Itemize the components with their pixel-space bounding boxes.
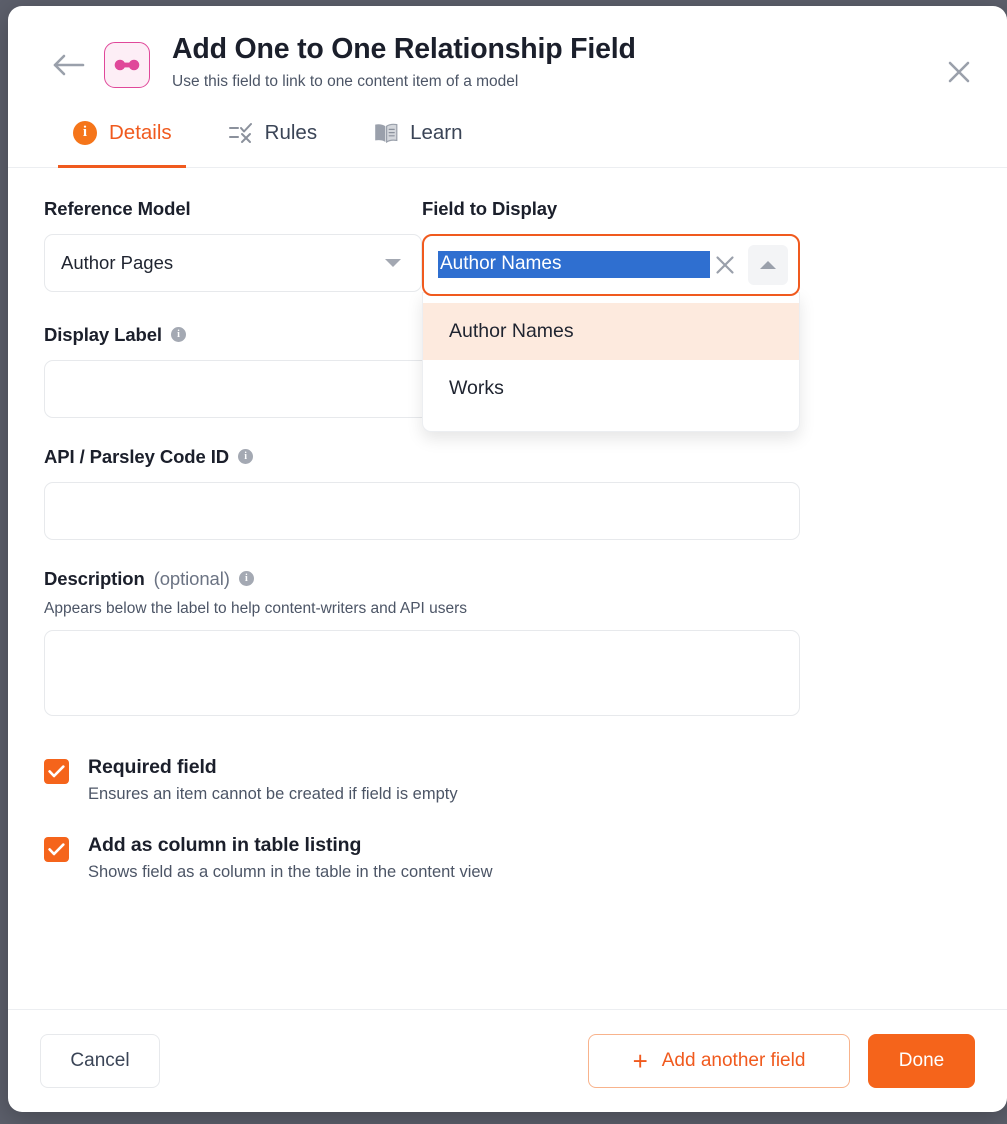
tab-rules[interactable]: Rules — [214, 112, 331, 167]
clear-x-icon[interactable] — [710, 250, 740, 280]
reference-model-label: Reference Model — [44, 198, 422, 220]
api-code-id-group: API / Parsley Code ID i — [44, 446, 971, 540]
add-another-field-button[interactable]: + Add another field — [588, 1034, 850, 1088]
checkbox-group: Required field Ensures an item cannot be… — [44, 756, 971, 882]
field-to-display-input[interactable]: Author Names — [438, 251, 710, 278]
field-to-display-group: Field to Display Author Names Author Nam… — [422, 198, 800, 432]
chevron-down-icon — [385, 258, 401, 267]
form-body: Reference Model Author Pages Field to Di… — [8, 168, 1007, 882]
modal-footer: Cancel + Add another field Done — [8, 1009, 1007, 1112]
add-column-text: Add as column in table listing Shows fie… — [88, 834, 492, 882]
close-icon[interactable] — [943, 56, 975, 88]
page-title: Add One to One Relationship Field — [172, 33, 636, 65]
description-group: Description (optional) i Appears below t… — [44, 568, 971, 716]
required-field-helper: Ensures an item cannot be created if fie… — [88, 784, 458, 803]
reference-model-select[interactable]: Author Pages — [44, 233, 422, 292]
tab-bar: i Details Rules Learn — [8, 112, 1007, 168]
back-arrow-icon[interactable] — [52, 48, 86, 82]
reference-model-group: Reference Model Author Pages — [44, 198, 422, 296]
add-another-field-label: Add another field — [661, 1050, 806, 1071]
description-label-text: Description — [44, 567, 145, 589]
reference-model-value: Author Pages — [61, 251, 174, 273]
api-code-id-label: API / Parsley Code ID i — [44, 446, 971, 468]
page-subtitle: Use this field to link to one content it… — [172, 72, 519, 90]
description-textarea[interactable] — [44, 629, 800, 716]
field-to-display-label: Field to Display — [422, 198, 800, 220]
add-column-checkbox[interactable] — [44, 836, 69, 862]
chevron-up-icon[interactable] — [748, 244, 788, 285]
plus-icon: + — [632, 1045, 648, 1076]
description-optional-suffix: (optional) — [153, 567, 230, 589]
tab-details-label: Details — [109, 120, 172, 144]
one-to-one-relationship-icon — [104, 42, 150, 88]
form-row-top: Reference Model Author Pages Field to Di… — [44, 198, 971, 432]
field-to-display-label-text: Field to Display — [422, 197, 558, 219]
cancel-button[interactable]: Cancel — [40, 1034, 160, 1088]
description-helper: Appears below the label to help content-… — [44, 599, 468, 617]
description-label: Description (optional) i — [44, 568, 971, 590]
info-icon[interactable]: i — [238, 571, 254, 586]
field-to-display-input-shell[interactable]: Author Names — [422, 233, 800, 296]
info-icon[interactable]: i — [238, 449, 254, 464]
required-field-row: Required field Ensures an item cannot be… — [44, 756, 971, 804]
modal-title-block: Add One to One Relationship Field Use th… — [172, 33, 636, 92]
add-column-title: Add as column in table listing — [88, 833, 362, 856]
info-circle-icon: i — [72, 120, 98, 146]
dropdown-option-works[interactable]: Works — [423, 360, 799, 417]
required-field-title: Required field — [88, 755, 217, 778]
done-button[interactable]: Done — [868, 1034, 975, 1088]
book-icon — [373, 120, 399, 146]
required-field-checkbox[interactable] — [44, 758, 69, 784]
api-code-id-label-text: API / Parsley Code ID — [44, 445, 230, 467]
add-field-modal: Add One to One Relationship Field Use th… — [8, 6, 1007, 1112]
required-field-text: Required field Ensures an item cannot be… — [88, 756, 458, 804]
add-column-row: Add as column in table listing Shows fie… — [44, 834, 971, 882]
field-to-display-combobox: Author Names Author Names Works — [422, 233, 800, 432]
tab-learn[interactable]: Learn — [359, 112, 476, 167]
add-column-helper: Shows field as a column in the table in … — [88, 862, 493, 881]
api-code-id-input[interactable] — [44, 481, 800, 540]
tab-details[interactable]: i Details — [58, 112, 186, 168]
tab-learn-label: Learn — [410, 120, 463, 144]
tab-rules-label: Rules — [264, 120, 318, 144]
checklist-icon — [228, 120, 254, 146]
dropdown-option-author-names[interactable]: Author Names — [423, 302, 799, 360]
info-icon[interactable]: i — [170, 327, 186, 342]
reference-model-label-text: Reference Model — [44, 197, 191, 219]
field-to-display-dropdown: Author Names Works — [422, 291, 800, 432]
modal-header: Add One to One Relationship Field Use th… — [8, 6, 1007, 92]
display-label-text: Display Label — [44, 323, 162, 345]
